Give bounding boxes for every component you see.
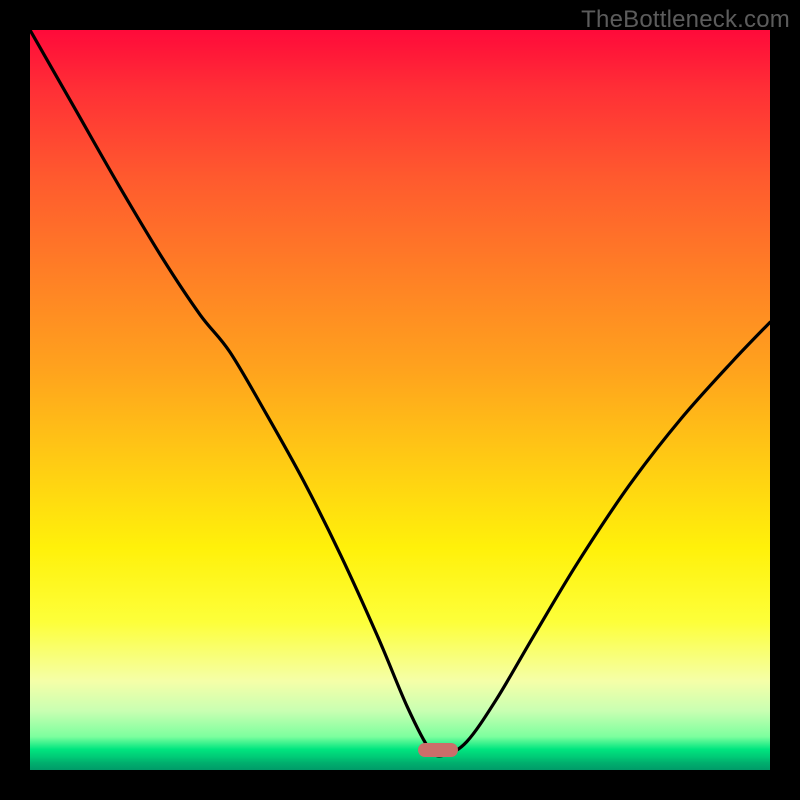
watermark-label: TheBottleneck.com: [581, 6, 790, 34]
current-config-marker: [418, 743, 458, 757]
plot-area: [30, 30, 770, 770]
chart-frame: TheBottleneck.com: [0, 0, 800, 800]
bottleneck-curve: [30, 30, 770, 770]
